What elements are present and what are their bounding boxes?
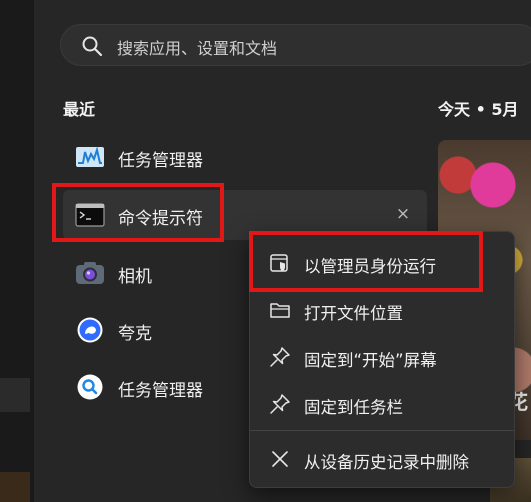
recent-section-title: 最近 bbox=[63, 100, 96, 119]
search-icon bbox=[82, 36, 103, 57]
menu-item-label: 固定到“开始”屏幕 bbox=[304, 351, 437, 370]
menu-item-label: 从设备历史记录中删除 bbox=[304, 453, 469, 472]
recent-item-task-manager[interactable]: 任务管理器 bbox=[63, 132, 427, 182]
quark-icon bbox=[77, 317, 103, 343]
folder-icon bbox=[270, 303, 290, 318]
recent-item-label: 相机 bbox=[118, 267, 152, 287]
background-bar bbox=[0, 378, 30, 412]
menu-item-pin-to-start[interactable]: 固定到“开始”屏幕 bbox=[250, 334, 514, 380]
search-app-icon bbox=[77, 374, 103, 400]
widget-header: 今天 • 5月 bbox=[438, 100, 519, 119]
close-icon bbox=[272, 451, 288, 467]
menu-item-open-file-location[interactable]: 打开文件位置 bbox=[250, 287, 514, 333]
background-taskbar-fragment bbox=[0, 472, 30, 502]
recent-item-label: 任务管理器 bbox=[118, 151, 203, 171]
menu-item-pin-to-taskbar[interactable]: 固定到任务栏 bbox=[250, 381, 514, 427]
pin-icon bbox=[270, 347, 290, 367]
menu-item-remove-from-history[interactable]: 从设备历史记录中删除 bbox=[250, 436, 514, 482]
menu-item-label: 打开文件位置 bbox=[304, 304, 403, 323]
highlight-box-run-as-admin bbox=[249, 231, 483, 292]
camera-icon bbox=[76, 262, 104, 284]
close-icon[interactable]: × bbox=[393, 204, 413, 224]
recent-item-label: 夸克 bbox=[118, 324, 152, 344]
task-manager-icon bbox=[76, 146, 104, 167]
screen: 搜索应用、设置和文档 最近 今天 • 5月 任务管理器 命令提示符 × 相机 夸… bbox=[0, 0, 531, 502]
recent-item-label: 任务管理器 bbox=[118, 381, 203, 401]
pin-icon bbox=[270, 394, 290, 414]
menu-item-label: 固定到任务栏 bbox=[304, 398, 403, 417]
menu-divider bbox=[250, 430, 514, 431]
search-placeholder: 搜索应用、设置和文档 bbox=[117, 39, 278, 58]
search-input[interactable]: 搜索应用、设置和文档 bbox=[60, 24, 531, 66]
highlight-box-command-prompt bbox=[52, 183, 224, 242]
background-window bbox=[0, 0, 34, 502]
